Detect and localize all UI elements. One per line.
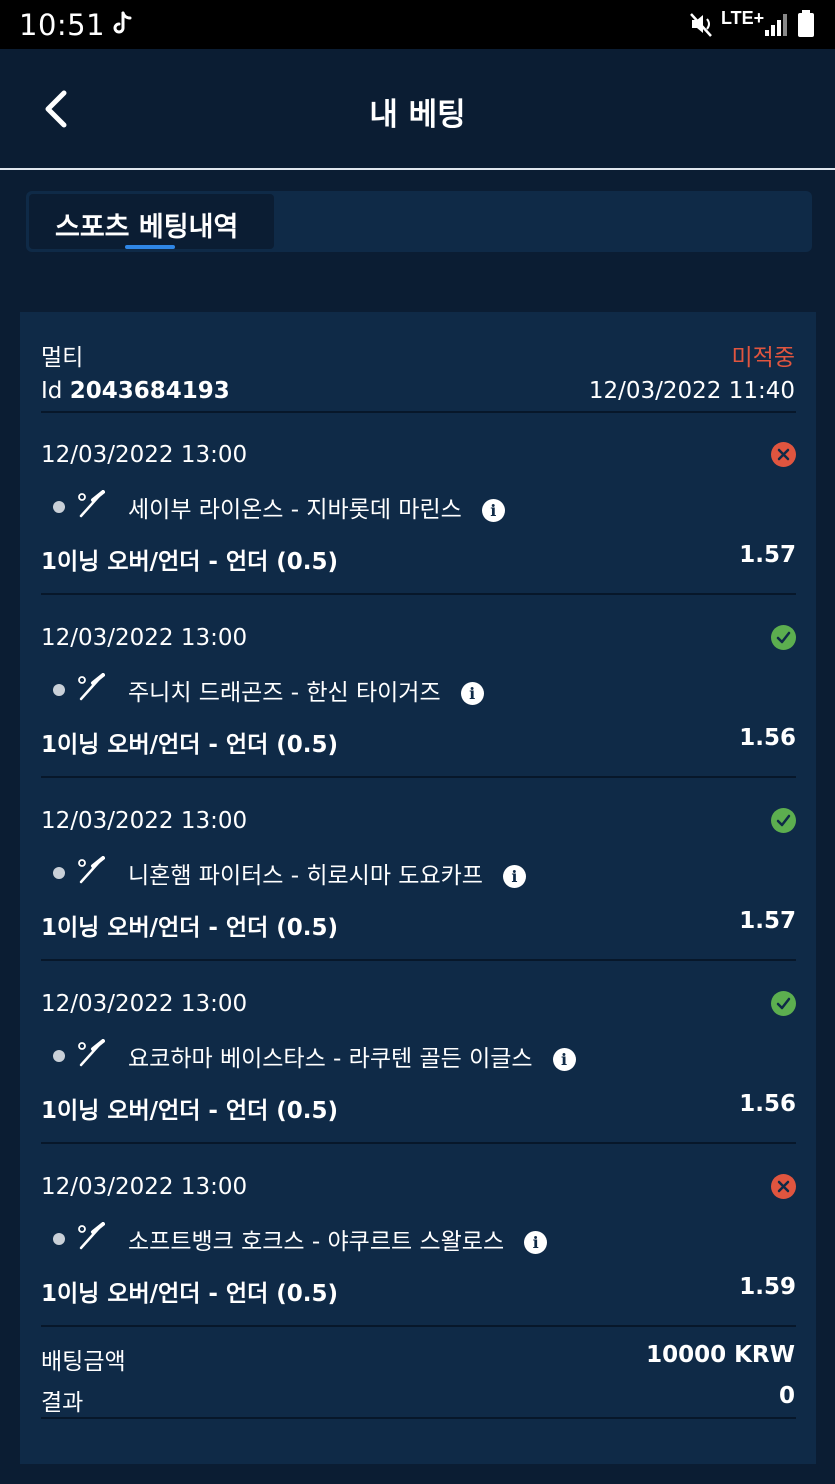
- selection-item: 12/03/2022 13:00 세이부 라이온스 - 지바롯데 마린스 i 1이…: [41, 412, 796, 595]
- signal-icon: [765, 14, 787, 36]
- card-divider: [41, 1417, 796, 1419]
- lte-icon: LTE+: [721, 8, 765, 28]
- selection-item: 12/03/2022 13:00 요코하마 베이스타스 - 라쿠텐 골든 이글스…: [41, 961, 796, 1144]
- baseball-bat-icon: [78, 856, 105, 884]
- event-name-text: 세이부 라이온스 - 지바롯데 마린스: [128, 497, 462, 523]
- event-name: 소프트뱅크 호크스 - 야쿠르트 스왈로스 i: [128, 1222, 548, 1256]
- lost-icon: [771, 1174, 796, 1199]
- event-name: 요코하마 베이스타스 - 라쿠텐 골든 이글스 i: [128, 1039, 576, 1073]
- active-tab-indicator: [125, 245, 175, 249]
- event-name-text: 주니치 드래곤즈 - 한신 타이거즈: [128, 680, 441, 706]
- selection-divider: [41, 1325, 796, 1327]
- result-label: 결과: [41, 1390, 84, 1416]
- baseball-bat-icon: [78, 490, 105, 518]
- bullet-dot: [53, 1050, 65, 1062]
- event-name: 주니치 드래곤즈 - 한신 타이거즈 i: [128, 673, 484, 707]
- status-bar: 10:51 LTE+: [0, 0, 835, 49]
- selection-item: 12/03/2022 13:00 주니치 드래곤즈 - 한신 타이거즈 i 1이닝…: [41, 595, 796, 778]
- market-name: 1이닝 오버/언더 - 언더 (0.5): [41, 1098, 339, 1124]
- status-icons: LTE+: [689, 8, 819, 40]
- won-icon: [771, 991, 796, 1016]
- lost-icon: [771, 442, 796, 467]
- baseball-bat-icon: [78, 673, 105, 701]
- bet-card: 멀티 미적중 Id 2043684193 12/03/2022 11:40 12…: [20, 312, 816, 1464]
- baseball-bat-icon: [78, 1222, 105, 1250]
- mute-icon: [690, 13, 712, 37]
- info-icon[interactable]: i: [502, 865, 526, 888]
- event-name: 니혼햄 파이터스 - 히로시마 도요카프 i: [128, 856, 526, 890]
- bet-placed-datetime: 12/03/2022 11:40: [588, 378, 795, 404]
- baseball-bat-icon: [78, 1039, 105, 1067]
- info-icon[interactable]: i: [481, 499, 505, 522]
- selection-date: 12/03/2022 13:00: [41, 1174, 248, 1200]
- result-value: 0: [778, 1383, 795, 1409]
- event-name: 세이부 라이온스 - 지바롯데 마린스 i: [128, 490, 505, 524]
- info-icon[interactable]: i: [552, 1048, 576, 1071]
- bullet-dot: [53, 867, 65, 879]
- tab-bar: 스포츠 베팅내역: [26, 191, 812, 252]
- market-name: 1이닝 오버/언더 - 언더 (0.5): [41, 1281, 339, 1307]
- bet-id: Id 2043684193: [41, 378, 230, 404]
- odds-value: 1.56: [739, 725, 796, 751]
- bullet-dot: [53, 1233, 65, 1245]
- won-icon: [771, 625, 796, 650]
- bet-status-badge: 미적중: [731, 345, 795, 371]
- bet-id-number: 2043684193: [69, 378, 230, 404]
- won-icon: [771, 808, 796, 833]
- selection-date: 12/03/2022 13:00: [41, 991, 248, 1017]
- page-title: 내 베팅: [369, 97, 466, 133]
- odds-value: 1.56: [739, 1091, 796, 1117]
- app-header: 내 베팅: [0, 49, 835, 169]
- info-icon[interactable]: i: [524, 1231, 548, 1254]
- bet-type: 멀티: [41, 345, 84, 371]
- selection-date: 12/03/2022 13:00: [41, 808, 248, 834]
- event-name-text: 니혼햄 파이터스 - 히로시마 도요카프: [128, 863, 483, 889]
- selection-date: 12/03/2022 13:00: [41, 625, 248, 651]
- market-name: 1이닝 오버/언더 - 언더 (0.5): [41, 732, 339, 758]
- market-name: 1이닝 오버/언더 - 언더 (0.5): [41, 915, 339, 941]
- bullet-dot: [53, 684, 65, 696]
- selection-date: 12/03/2022 13:00: [41, 442, 248, 468]
- selection-item: 12/03/2022 13:00 니혼햄 파이터스 - 히로시마 도요카프 i 1…: [41, 778, 796, 961]
- market-name: 1이닝 오버/언더 - 언더 (0.5): [41, 549, 339, 575]
- tiktok-icon: [113, 11, 132, 34]
- stake-label: 배팅금액: [41, 1349, 126, 1375]
- bet-id-prefix: Id: [41, 378, 63, 404]
- status-time: 10:51: [19, 8, 106, 42]
- odds-value: 1.57: [739, 908, 796, 934]
- header-divider: [0, 168, 835, 170]
- selection-item: 12/03/2022 13:00 소프트뱅크 호크스 - 야쿠르트 스왈로스 i …: [41, 1144, 796, 1327]
- battery-icon: [798, 10, 814, 37]
- info-icon[interactable]: i: [460, 682, 484, 705]
- odds-value: 1.59: [739, 1274, 796, 1300]
- event-name-text: 소프트뱅크 호크스 - 야쿠르트 스왈로스: [128, 1229, 505, 1255]
- tab-label: 스포츠 베팅내역: [55, 212, 239, 243]
- event-name-text: 요코하마 베이스타스 - 라쿠텐 골든 이글스: [128, 1046, 533, 1072]
- stake-value: 10000 KRW: [646, 1342, 795, 1368]
- odds-value: 1.57: [739, 542, 796, 568]
- bullet-dot: [53, 501, 65, 513]
- tab-sports-bet-history[interactable]: 스포츠 베팅내역: [29, 194, 274, 249]
